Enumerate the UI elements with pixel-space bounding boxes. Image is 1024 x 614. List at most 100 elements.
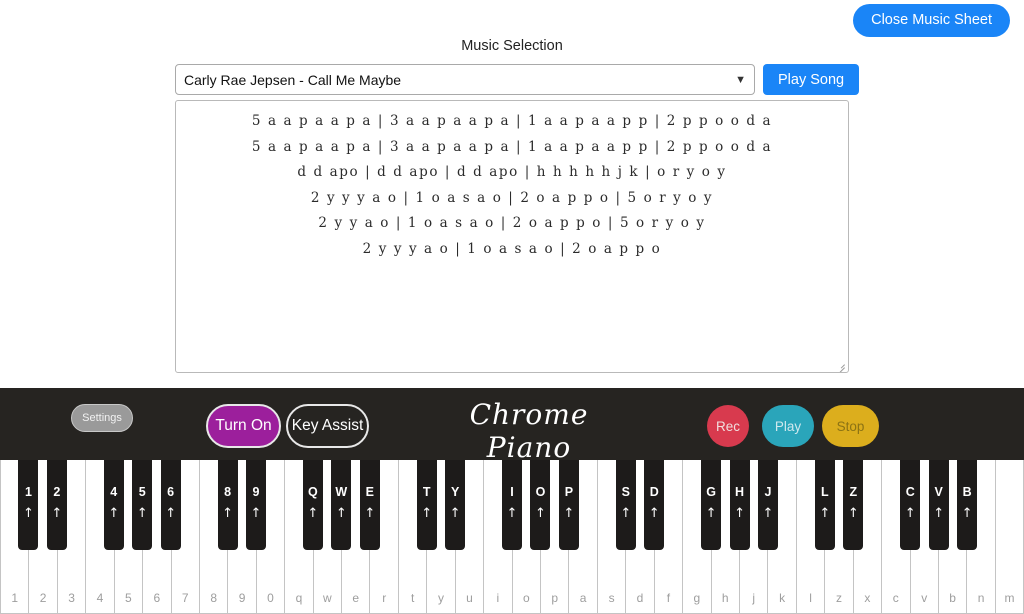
textarea-resize-handle-icon[interactable]: [834, 358, 846, 372]
close-music-sheet-button[interactable]: Close Music Sheet: [853, 4, 1010, 37]
black-key[interactable]: S ↑: [615, 460, 636, 550]
shift-arrow-icon: ↑: [904, 505, 916, 521]
black-key[interactable]: Y ↑: [445, 460, 466, 550]
music-selection-label: Music Selection: [461, 38, 563, 54]
black-key-label: 4: [110, 485, 118, 499]
turn-on-button[interactable]: Turn On: [206, 404, 281, 448]
song-select[interactable]: Carly Rae Jepsen - Call Me Maybe: [175, 64, 755, 95]
shift-arrow-icon: ↑: [506, 505, 518, 521]
black-key-label: P: [564, 485, 574, 499]
black-key[interactable]: H ↑: [729, 460, 750, 550]
music-selection-row: Carly Rae Jepsen - Call Me Maybe ▼ Play …: [175, 64, 860, 95]
shift-arrow-icon: ↑: [250, 505, 262, 521]
black-key[interactable]: 6 ↑: [160, 460, 181, 550]
white-key-label: 6: [153, 591, 161, 605]
white-key-label: o: [522, 591, 530, 605]
black-key[interactable]: E ↑: [359, 460, 380, 550]
black-key[interactable]: 4 ↑: [103, 460, 124, 550]
shift-arrow-icon: ↑: [108, 505, 120, 521]
white-key[interactable]: m: [995, 460, 1024, 614]
white-key-label: b: [949, 591, 956, 605]
white-key-label: i: [496, 591, 500, 605]
shift-arrow-icon: ↑: [136, 505, 148, 521]
shift-arrow-icon: ↑: [335, 505, 347, 521]
shift-arrow-icon: ↑: [307, 505, 319, 521]
song-select-wrapper[interactable]: Carly Rae Jepsen - Call Me Maybe ▼: [175, 64, 755, 95]
sheet-line: 2 y y y a o | 1 o a s a o | 2 o a p p o: [362, 240, 662, 257]
white-key-label: f: [666, 591, 671, 605]
white-key-label: z: [835, 591, 842, 605]
black-key-label: 1: [24, 485, 32, 499]
black-key-label: 8: [224, 485, 232, 499]
black-key[interactable]: 1 ↑: [18, 460, 39, 550]
white-key-label: l: [809, 591, 812, 605]
black-key-label: C: [905, 485, 915, 499]
black-key[interactable]: I ↑: [502, 460, 522, 550]
sheet-line: d d apo | d d apo | d d apo | h h h h h …: [297, 164, 727, 180]
white-key-label: n: [977, 591, 985, 605]
black-key-label: 9: [252, 485, 260, 499]
record-button[interactable]: Rec: [707, 405, 749, 447]
shift-arrow-icon: ↑: [819, 505, 831, 521]
shift-arrow-icon: ↑: [961, 505, 973, 521]
black-key[interactable]: T ↑: [416, 460, 437, 550]
black-key-label: T: [422, 485, 431, 499]
white-key-label: y: [438, 591, 445, 605]
black-key-label: D: [649, 485, 659, 499]
black-key[interactable]: J ↑: [758, 460, 778, 550]
white-key-label: 3: [68, 591, 75, 605]
shift-arrow-icon: ↑: [762, 505, 774, 521]
shift-arrow-icon: ↑: [734, 505, 745, 521]
black-key[interactable]: 9 ↑: [246, 460, 266, 550]
black-key[interactable]: 8 ↑: [217, 460, 238, 550]
white-key-label: u: [466, 591, 473, 605]
key-assist-button[interactable]: Key Assist: [286, 404, 369, 448]
white-key-label: q: [295, 591, 303, 605]
white-key-label: 2: [39, 591, 47, 605]
white-key-label: v: [921, 591, 928, 605]
white-key-label: 7: [181, 591, 189, 605]
shift-arrow-icon: ↑: [51, 505, 63, 521]
black-key[interactable]: G ↑: [701, 460, 722, 550]
sheet-line: 5 a a p a a p a | 3 a a p a a p a | 1 a …: [251, 113, 773, 129]
white-key-label: 9: [238, 591, 246, 605]
white-key-label: h: [721, 591, 729, 605]
shift-arrow-icon: ↑: [563, 505, 575, 521]
piano-keyboard: 1234567890qwertyuiopasdfghjklzxcvbnm 1 ↑ 2…: [0, 460, 1024, 614]
black-key[interactable]: Z ↑: [843, 460, 864, 550]
shift-arrow-icon: ↑: [620, 505, 632, 521]
black-key-label: O: [535, 485, 546, 499]
black-key[interactable]: P ↑: [558, 460, 579, 550]
black-key[interactable]: L ↑: [814, 460, 835, 550]
black-key-label: B: [962, 485, 972, 499]
black-key[interactable]: Q ↑: [302, 460, 323, 550]
white-key-label: 0: [267, 591, 274, 605]
white-key-label: g: [693, 591, 701, 605]
black-key[interactable]: D ↑: [644, 460, 665, 550]
black-key[interactable]: W ↑: [331, 460, 352, 550]
play-recording-button[interactable]: Play: [762, 405, 814, 447]
white-key-label: 8: [210, 591, 217, 605]
music-sheet-panel: Close Music Sheet Music Selection Carly …: [0, 0, 1024, 388]
shift-arrow-icon: ↑: [847, 505, 859, 521]
black-key-label: Z: [849, 485, 858, 499]
shift-arrow-icon: ↑: [933, 505, 945, 521]
black-key[interactable]: V ↑: [928, 460, 949, 550]
sheet-line: 2 y y a o | 1 o a s a o | 2 o a p p o | …: [318, 215, 706, 231]
white-key-label: 1: [11, 591, 19, 605]
black-key[interactable]: 2 ↑: [46, 460, 67, 550]
black-key-label: S: [621, 485, 630, 499]
black-key[interactable]: O ↑: [530, 460, 551, 550]
stop-button[interactable]: Stop: [822, 405, 879, 447]
black-key[interactable]: 5 ↑: [132, 460, 153, 550]
black-key[interactable]: C ↑: [900, 460, 921, 550]
music-sheet-textarea[interactable]: 5 a a p a a p a | 3 a a p a a p a | 1 a …: [175, 100, 849, 373]
black-key-label: I: [510, 485, 514, 499]
play-song-button[interactable]: Play Song: [763, 64, 860, 95]
white-key-label: d: [636, 591, 644, 605]
chrome-piano-logo: Chrome Piano: [469, 398, 589, 464]
black-key[interactable]: B ↑: [957, 460, 978, 550]
shift-arrow-icon: ↑: [222, 505, 233, 521]
black-key-label: V: [934, 485, 943, 499]
settings-button[interactable]: Settings: [71, 404, 133, 432]
